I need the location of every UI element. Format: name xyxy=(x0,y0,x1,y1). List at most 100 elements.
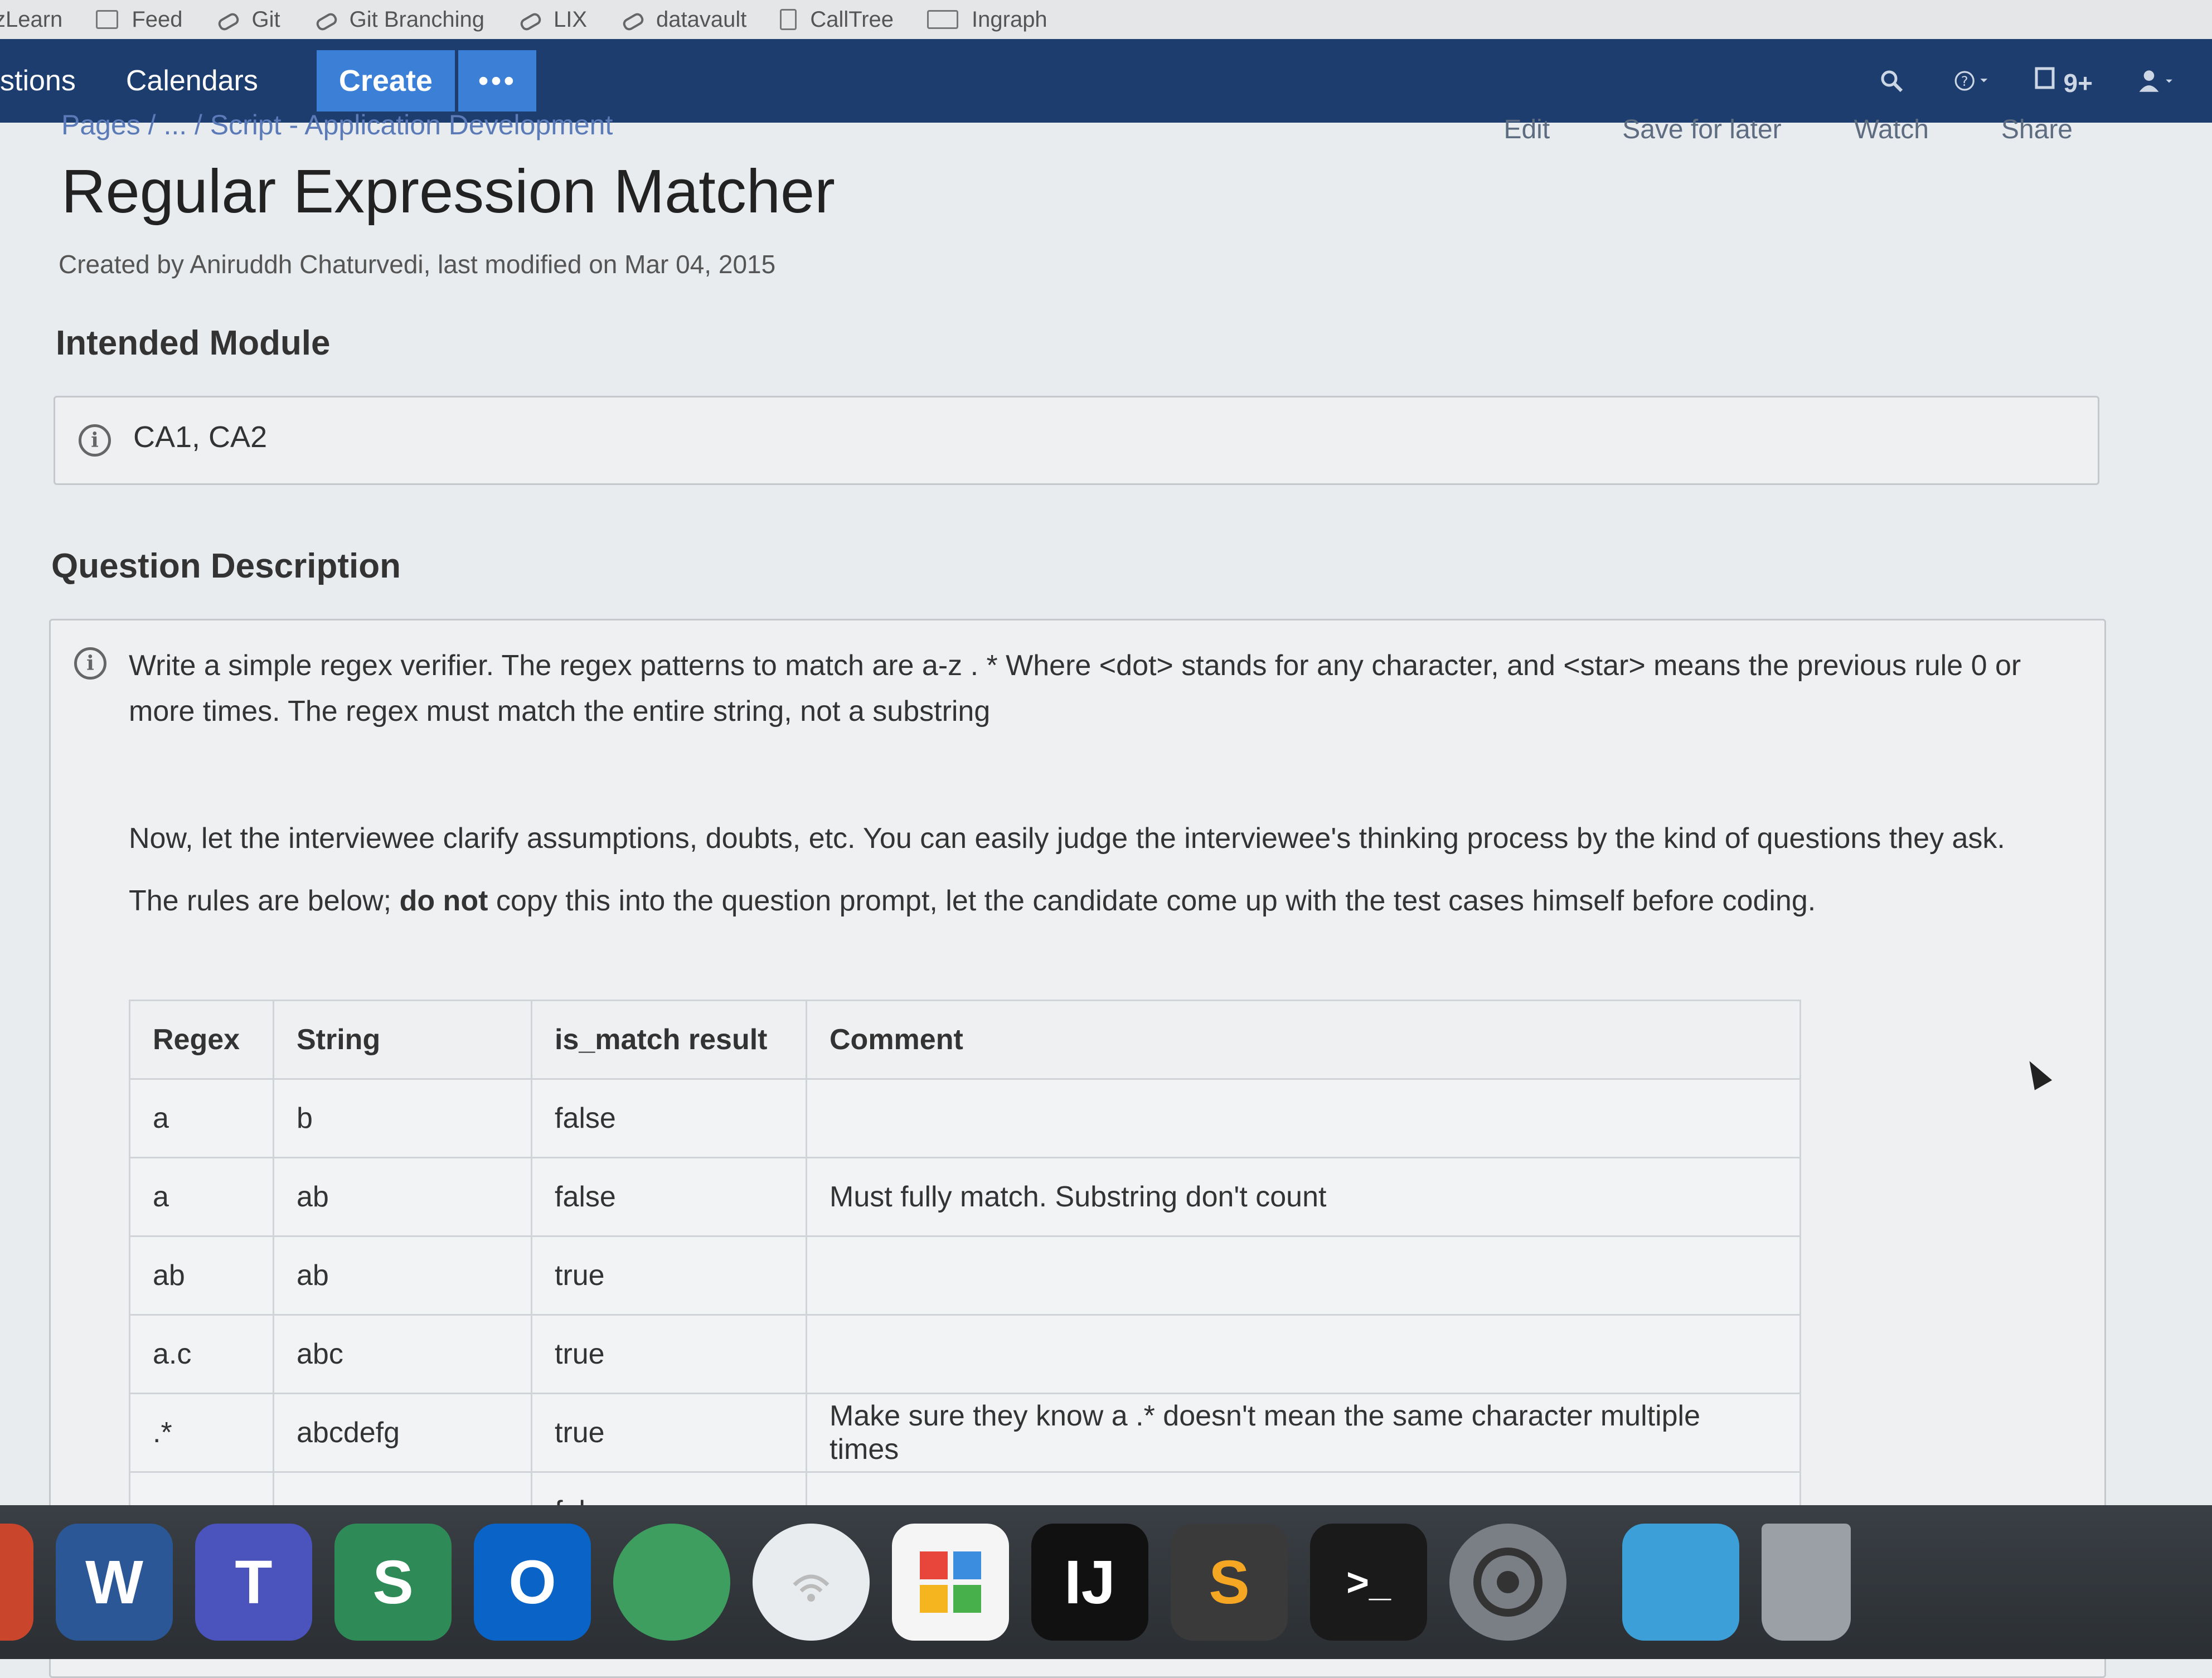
help-icon[interactable]: ? xyxy=(1954,63,1990,99)
dock-app-label: IJ xyxy=(1064,1548,1115,1617)
column-header: Regex xyxy=(129,1000,274,1080)
terminal-app-icon[interactable]: >_ xyxy=(1310,1524,1427,1641)
outlook-app-icon[interactable]: O xyxy=(474,1524,591,1641)
table-cell xyxy=(806,1078,1801,1158)
trash-icon[interactable] xyxy=(1762,1524,1851,1641)
column-header: Comment xyxy=(806,1000,1801,1080)
bookmark-label: CallTree xyxy=(810,7,894,32)
dock-app-label: S xyxy=(372,1548,414,1617)
table-cell: Make sure they know a .* doesn't mean th… xyxy=(806,1393,1801,1473)
bookmark-label: Git Branching xyxy=(349,7,484,32)
table-cell: a xyxy=(129,1078,274,1158)
bookmark-label: Git xyxy=(251,7,280,32)
folder-icon xyxy=(96,10,119,29)
dock-app-label: W xyxy=(85,1548,143,1617)
column-header: String xyxy=(273,1000,532,1080)
intended-module-value: CA1, CA2 xyxy=(133,420,268,454)
nav-calendars[interactable]: Calendars xyxy=(101,64,283,98)
sway-app-icon[interactable]: S xyxy=(334,1524,452,1641)
bookmark-label: zLearn xyxy=(0,7,63,32)
info-icon: i xyxy=(79,424,111,457)
bookmark-item[interactable]: zLearn xyxy=(0,7,62,32)
table-cell: a.c xyxy=(129,1314,274,1394)
table-cell: ab xyxy=(273,1157,532,1237)
intellij-app-icon[interactable]: IJ xyxy=(1031,1524,1148,1641)
question-description-heading: Question Description xyxy=(51,547,401,585)
system-preferences-app-icon[interactable] xyxy=(1449,1524,1566,1641)
user-avatar-icon[interactable] xyxy=(2137,63,2173,99)
powerpoint-app-icon[interactable] xyxy=(0,1524,33,1641)
table-cell xyxy=(806,1314,1801,1394)
folder-icon xyxy=(927,10,959,29)
link-icon xyxy=(620,10,643,29)
search-icon[interactable] xyxy=(1874,63,1909,99)
page-content: Regular Expression Matcher Created by An… xyxy=(49,145,2118,1678)
table-row: .* abcdefg true Make sure they know a .*… xyxy=(129,1393,1801,1473)
dock-app-label: S xyxy=(1209,1548,1250,1617)
table-header-row: Regex String is_match result Comment xyxy=(129,1000,1801,1080)
link-icon xyxy=(518,10,540,29)
edit-button[interactable]: Edit xyxy=(1503,114,1550,145)
bookmarks-bar: zLearn Feed Git Git Branching LIX datava… xyxy=(0,0,2212,39)
bookmark-item[interactable]: datavault xyxy=(620,7,746,32)
page-icon xyxy=(780,9,797,30)
bookmark-item[interactable]: LIX xyxy=(518,7,587,32)
watch-button[interactable]: Watch xyxy=(1854,114,1929,145)
table-row: a.c abc true xyxy=(129,1314,1801,1394)
table-cell: true xyxy=(531,1393,807,1473)
bookmark-item[interactable]: Feed xyxy=(96,7,182,32)
table-cell: abcdefg xyxy=(273,1393,532,1473)
table-cell: ab xyxy=(273,1235,532,1316)
downloads-folder-icon[interactable] xyxy=(1622,1524,1739,1641)
self-service-app-icon[interactable] xyxy=(892,1524,1009,1641)
bookmark-item[interactable]: CallTree xyxy=(780,7,894,32)
notifications-icon[interactable]: 9+ xyxy=(2034,64,2093,98)
table-cell xyxy=(806,1235,1801,1316)
table-cell: a xyxy=(129,1157,274,1237)
table-cell: Must fully match. Substring don't count xyxy=(806,1157,1801,1237)
nav-questions[interactable]: stions xyxy=(0,64,101,98)
table-cell: .* xyxy=(129,1393,274,1473)
intended-module-panel: i CA1, CA2 xyxy=(54,396,2099,485)
table-cell: ab xyxy=(129,1235,274,1316)
create-button[interactable]: Create xyxy=(316,50,455,111)
vpn-app-icon[interactable] xyxy=(613,1524,730,1641)
bookmark-item[interactable]: Git Branching xyxy=(314,7,484,32)
rules-table: Regex String is_match result Comment a b… xyxy=(129,1000,1801,1551)
bookmark-label: Feed xyxy=(132,7,183,32)
bookmark-label: LIX xyxy=(553,7,587,32)
rules-note-emphasis: do not xyxy=(399,885,488,917)
table-row: ab ab true xyxy=(129,1235,1801,1316)
page-byline: Created by Aniruddh Chaturvedi, last mod… xyxy=(59,250,776,279)
save-for-later-button[interactable]: Save for later xyxy=(1622,114,1781,145)
bookmark-label: datavault xyxy=(656,7,747,32)
bookmark-item[interactable]: Ingraph xyxy=(927,7,1047,32)
share-button[interactable]: Share xyxy=(2001,114,2073,145)
rules-note-suffix: copy this into the question prompt, let … xyxy=(488,885,1816,917)
nav-right-tools: ? 9+ xyxy=(1874,39,2173,123)
link-icon xyxy=(314,10,336,29)
table-cell: true xyxy=(531,1314,807,1394)
table-cell: false xyxy=(531,1078,807,1158)
table-row: a b false xyxy=(129,1078,1801,1158)
dock-app-label: >_ xyxy=(1346,1560,1391,1604)
intended-module-heading: Intended Module xyxy=(56,324,331,362)
table-cell: b xyxy=(273,1078,532,1158)
breadcrumb[interactable]: Pages / ... / Script - Application Devel… xyxy=(61,109,613,141)
dock-app-label: T xyxy=(235,1548,273,1617)
wifi-app-icon[interactable] xyxy=(753,1524,870,1641)
bookmark-item[interactable]: Git xyxy=(216,7,280,32)
notification-count: 9+ xyxy=(2063,68,2093,98)
teams-app-icon[interactable]: T xyxy=(195,1524,312,1641)
more-button[interactable]: ••• xyxy=(458,50,536,111)
dock-app-label: O xyxy=(508,1548,556,1617)
question-paragraph: The rules are below; do not copy this in… xyxy=(129,878,2046,924)
table-cell: abc xyxy=(273,1314,532,1394)
word-app-icon[interactable]: W xyxy=(56,1524,173,1641)
table-cell: true xyxy=(531,1235,807,1316)
table-cell: false xyxy=(531,1157,807,1237)
page-actions: Edit Save for later Watch Share xyxy=(1503,114,2073,145)
rules-note-prefix: The rules are below; xyxy=(129,885,400,917)
sublime-text-app-icon[interactable]: S xyxy=(1171,1524,1288,1641)
page-title: Regular Expression Matcher xyxy=(61,157,835,226)
